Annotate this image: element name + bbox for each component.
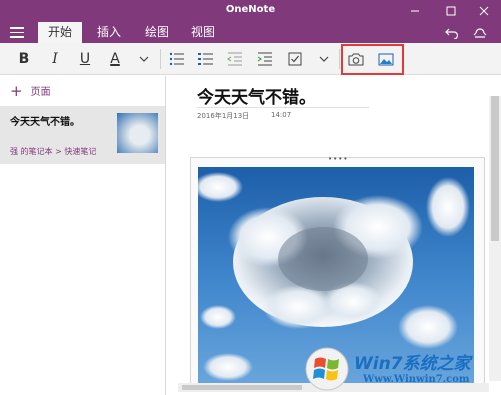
more-format-button[interactable]	[136, 47, 152, 71]
bulleted-list-icon	[169, 52, 184, 66]
sync-icon	[473, 28, 487, 38]
more-tags-button[interactable]	[316, 47, 332, 71]
watermark-logo: Win7系统之家 Www.Winwin7.com	[303, 344, 501, 395]
watermark-url: Www.Winwin7.com	[363, 374, 470, 385]
increase-indent-button[interactable]	[255, 47, 275, 71]
hamburger-menu-icon[interactable]	[10, 27, 24, 38]
tab-draw[interactable]: 绘图	[136, 22, 178, 43]
watermark-brand: Win7系统之家	[354, 354, 471, 374]
scrollbar-thumb[interactable]	[491, 96, 499, 241]
minimize-icon	[411, 10, 419, 12]
note-time: 14:07	[271, 111, 292, 119]
vertical-scrollbar[interactable]	[489, 96, 501, 381]
tab-view[interactable]: 视图	[182, 22, 224, 43]
title-underline	[197, 107, 369, 108]
bullets-button[interactable]	[167, 47, 187, 71]
ribbon-tabs: 开始 插入 绘图 视图	[0, 22, 501, 43]
separator	[339, 49, 340, 69]
note-title[interactable]: 今天天气不错。	[197, 83, 316, 108]
close-button[interactable]	[467, 0, 501, 22]
outdent-icon	[227, 52, 242, 66]
undo-icon	[445, 28, 459, 39]
ribbon-toolbar: B I U A	[0, 43, 501, 75]
italic-button[interactable]: I	[45, 47, 65, 71]
undo-button[interactable]	[442, 22, 462, 43]
numbering-button[interactable]	[196, 47, 216, 71]
indent-icon	[257, 52, 272, 66]
add-page-button[interactable]: + 页面	[10, 83, 51, 98]
chevron-down-icon	[139, 56, 149, 62]
close-icon	[479, 6, 489, 16]
sync-button[interactable]	[470, 22, 490, 43]
checkbox-icon	[288, 52, 302, 66]
bold-button[interactable]: B	[14, 47, 34, 71]
tab-home[interactable]: 开始	[38, 22, 82, 43]
plus-icon: +	[10, 81, 23, 100]
page-list-item[interactable]: 今天天气不错。 强 的笔记本 > 快速笔记	[0, 106, 165, 164]
decrease-indent-button[interactable]	[225, 47, 245, 71]
font-color-button[interactable]: A	[105, 47, 125, 71]
page-list-panel: + 页面 今天天气不错。 强 的笔记本 > 快速笔记	[0, 76, 166, 395]
maximize-button[interactable]	[434, 0, 468, 22]
title-bar: OneNote	[0, 0, 501, 22]
chevron-down-icon	[319, 56, 329, 62]
maximize-icon	[446, 6, 456, 16]
minimize-button[interactable]	[398, 0, 432, 22]
underline-button[interactable]: U	[75, 47, 95, 71]
scrollbar-thumb[interactable]	[182, 385, 302, 390]
numbered-list-icon	[198, 53, 213, 65]
drag-handle-icon[interactable]: ••••	[328, 156, 349, 163]
highlight-box	[341, 44, 404, 75]
add-page-label: 页面	[30, 87, 51, 98]
todo-tag-button[interactable]	[285, 47, 305, 71]
tab-insert[interactable]: 插入	[88, 22, 130, 43]
windows-logo-icon	[305, 347, 349, 391]
note-date: 2016年1月13日	[197, 112, 250, 120]
separator	[160, 49, 161, 69]
page-thumbnail	[117, 113, 158, 153]
page-item-title: 今天天气不错。	[10, 117, 80, 128]
page-item-path: 强 的笔记本 > 快速笔记	[10, 147, 97, 156]
